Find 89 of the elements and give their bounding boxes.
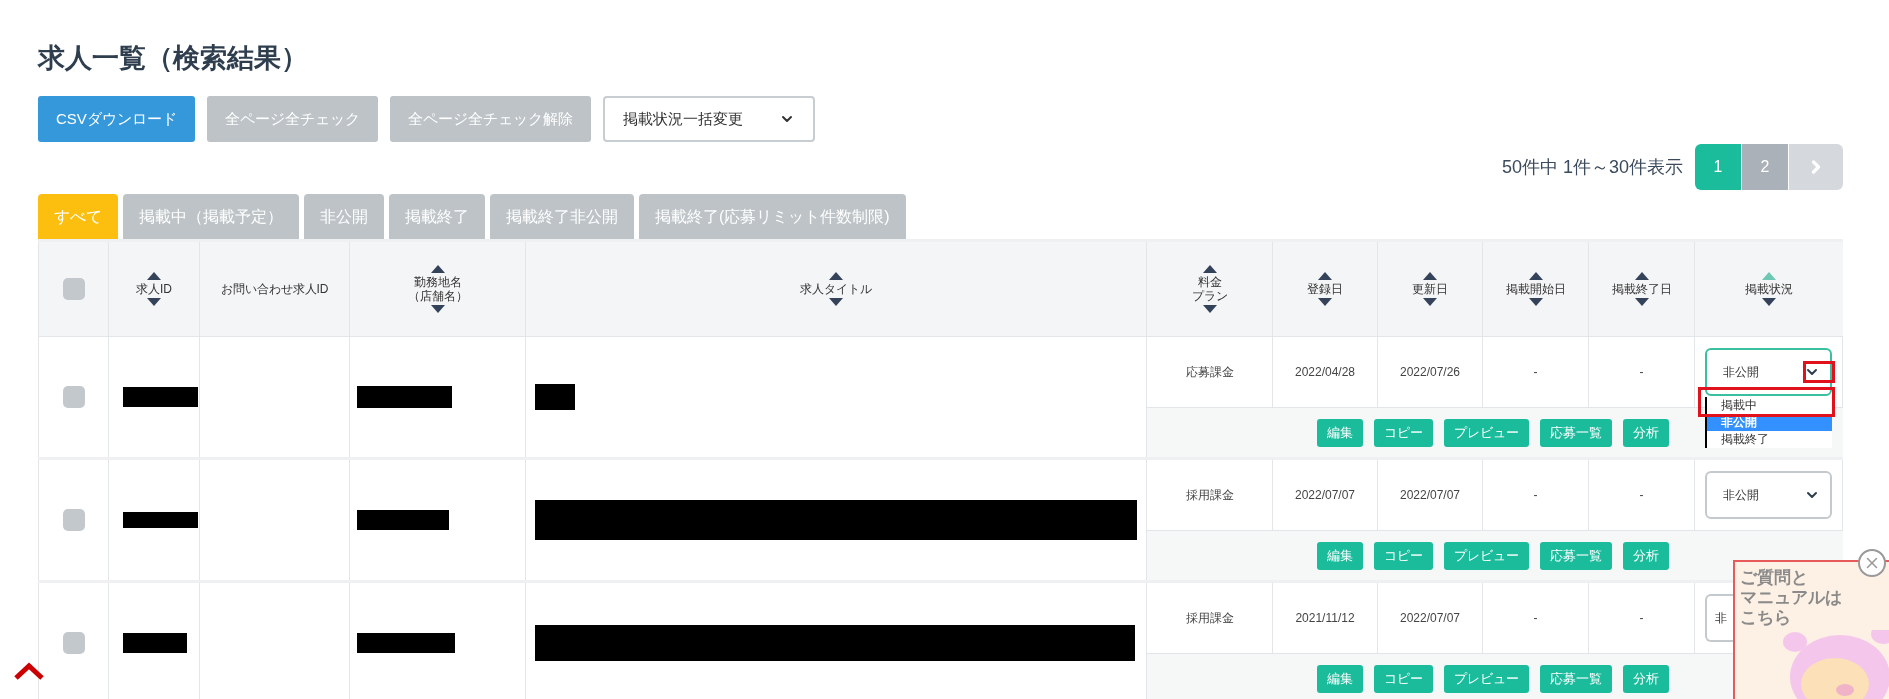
filter-tab[interactable]: 非公開 xyxy=(304,194,384,239)
help-text: ご質問と xyxy=(1740,568,1809,588)
column-header: 求人タイトル xyxy=(800,282,872,296)
table-cell-text: 応募課金 xyxy=(1185,364,1234,381)
sort-up-icon[interactable] xyxy=(430,265,445,273)
action-button[interactable]: プレビュー xyxy=(1444,418,1529,447)
close-button[interactable] xyxy=(1858,549,1886,577)
page-title: 求人一覧（検索結果） xyxy=(38,42,309,75)
sort-down-icon[interactable] xyxy=(1634,298,1649,306)
filter-tab[interactable]: 掲載終了非公開 xyxy=(490,194,634,239)
table-cell-text: - xyxy=(1639,610,1644,627)
table-cell-text: - xyxy=(1533,487,1538,504)
column-header: 料金 xyxy=(1197,275,1222,289)
filter-tab[interactable]: 掲載中（掲載予定） xyxy=(123,194,299,239)
table-cell-text: 採用課金 xyxy=(1185,487,1234,504)
action-button[interactable]: 分析 xyxy=(1623,664,1669,693)
table-cell-text: 採用課金 xyxy=(1185,610,1234,627)
filter-tab[interactable]: すべて xyxy=(38,194,118,239)
action-button[interactable]: 分析 xyxy=(1623,541,1669,570)
redaction-bar xyxy=(535,384,575,410)
action-button[interactable]: 分析 xyxy=(1623,418,1669,447)
help-text: マニュアルは xyxy=(1740,588,1842,608)
page-button[interactable]: 1 xyxy=(1695,144,1742,190)
table-cell-text: 2022/07/07 xyxy=(1399,610,1461,627)
column-header: お問い合わせ求人ID xyxy=(220,282,329,296)
column-header: 掲載終了日 xyxy=(1611,282,1672,296)
scroll-top-icon[interactable] xyxy=(14,662,44,680)
checkbox[interactable] xyxy=(62,632,85,654)
sort-up-icon[interactable] xyxy=(829,272,843,280)
status-select[interactable]: 非公開 xyxy=(1705,348,1832,396)
column-header: （店舗名） xyxy=(407,289,468,303)
action-button[interactable]: コピー xyxy=(1374,541,1433,570)
status-select[interactable]: 非公開 xyxy=(1705,471,1832,519)
sort-down-icon[interactable] xyxy=(147,298,161,306)
checkbox[interactable] xyxy=(62,509,85,531)
page-button[interactable]: 2 xyxy=(1742,144,1789,190)
sort-up-icon[interactable] xyxy=(1423,272,1437,280)
sort-down-icon[interactable] xyxy=(1528,298,1543,306)
sort-up-icon[interactable] xyxy=(147,272,161,280)
column-header: 求人ID xyxy=(136,282,172,296)
help-tooltip[interactable]: ご質問と マニュアルは こちら xyxy=(1733,560,1889,699)
column-header: 登録日 xyxy=(1307,282,1343,296)
redaction-bar xyxy=(123,633,187,653)
table-cell-text: - xyxy=(1533,364,1538,381)
sort-down-icon[interactable] xyxy=(1202,305,1217,313)
sort-up-icon[interactable] xyxy=(1528,272,1543,280)
table-cell-text: 2022/07/26 xyxy=(1399,364,1461,381)
status-select[interactable]: 非 xyxy=(1705,594,1733,642)
column-header: プラン xyxy=(1191,289,1228,303)
action-button[interactable]: 編集 xyxy=(1317,418,1363,447)
action-button[interactable]: 編集 xyxy=(1317,664,1363,693)
sort-down-icon[interactable] xyxy=(1762,298,1776,306)
action-button[interactable]: コピー xyxy=(1374,664,1433,693)
column-header: 掲載状況 xyxy=(1745,282,1793,296)
filter-tab[interactable]: 掲載終了 xyxy=(389,194,485,239)
action-button[interactable]: 応募一覧 xyxy=(1540,541,1612,570)
sort-down-icon[interactable] xyxy=(829,298,843,306)
action-button[interactable]: 編集 xyxy=(1317,541,1363,570)
download-button[interactable]: CSVダウンロード xyxy=(38,96,195,142)
checkbox[interactable] xyxy=(62,386,85,408)
check-button[interactable]: 全ページ全チェック解除 xyxy=(389,96,591,142)
result-count: 50件中 1件～30件表示 xyxy=(1501,155,1683,179)
action-button[interactable]: プレビュー xyxy=(1444,664,1529,693)
check-button[interactable]: 全ページ全チェック xyxy=(206,96,378,142)
sort-up-icon[interactable] xyxy=(1202,265,1217,273)
column-header: 勤務地名 xyxy=(413,275,462,289)
table-cell-text: - xyxy=(1639,487,1644,504)
column-header: 掲載開始日 xyxy=(1505,282,1566,296)
help-text: こちら xyxy=(1740,608,1792,628)
table-cell-text: - xyxy=(1639,364,1644,381)
action-button[interactable]: コピー xyxy=(1374,418,1433,447)
action-button[interactable]: 応募一覧 xyxy=(1540,418,1612,447)
sort-down-icon[interactable] xyxy=(430,305,445,313)
action-button[interactable]: プレビュー xyxy=(1444,541,1529,570)
sort-down-icon[interactable] xyxy=(1318,298,1332,306)
table-cell-text: 2022/07/07 xyxy=(1399,487,1461,504)
bulk-status-select[interactable]: 掲載状況一括変更 xyxy=(602,96,815,142)
sort-down-icon[interactable] xyxy=(1423,298,1437,306)
sort-up-icon[interactable] xyxy=(1318,272,1332,280)
checkbox[interactable] xyxy=(62,278,85,300)
table-cell-text: 2022/07/07 xyxy=(1294,487,1356,504)
table-cell-text: 2021/11/12 xyxy=(1295,610,1355,627)
table-cell-text: 2022/04/28 xyxy=(1294,364,1356,381)
dropdown-option[interactable]: 掲載終了 xyxy=(1707,431,1832,448)
filter-tab[interactable]: 掲載終了(応募リミット件数制限) xyxy=(639,194,906,239)
action-button[interactable]: 応募一覧 xyxy=(1540,664,1612,693)
sort-up-icon[interactable] xyxy=(1634,272,1649,280)
table-cell-text: - xyxy=(1533,610,1538,627)
column-header: 更新日 xyxy=(1412,282,1448,296)
